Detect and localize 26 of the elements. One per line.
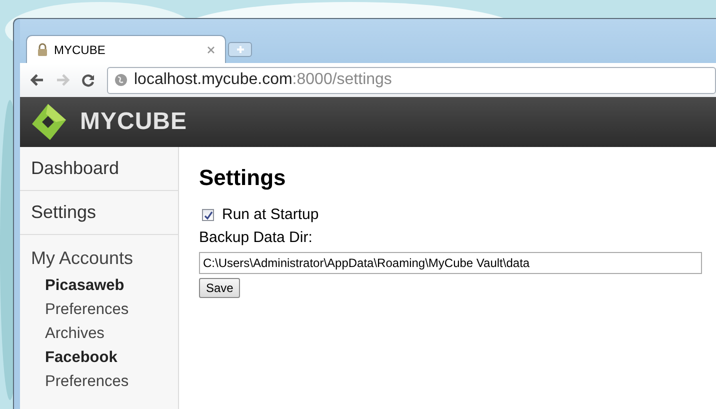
tab-title: MYCUBE bbox=[54, 42, 106, 58]
account-name[interactable]: Facebook bbox=[31, 346, 178, 370]
address-text: localhost.mycube.com:8000/settings bbox=[134, 70, 392, 90]
globe-icon bbox=[114, 73, 128, 87]
checkbox-label: Run at Startup bbox=[222, 205, 319, 225]
field-label: Backup Data Dir: bbox=[199, 228, 312, 248]
address-bar[interactable]: localhost.mycube.com:8000/settings bbox=[107, 66, 716, 94]
sidebar-link[interactable]: Archives bbox=[31, 322, 178, 346]
sidebar-link[interactable]: Preferences bbox=[31, 298, 178, 322]
sidebar-link[interactable]: Dashboard bbox=[31, 155, 120, 182]
browser-tab[interactable]: MYCUBE bbox=[26, 35, 226, 63]
account-name[interactable]: Picasaweb bbox=[31, 274, 178, 298]
sidebar-link[interactable]: Preferences bbox=[31, 370, 178, 394]
plus-icon bbox=[236, 45, 244, 54]
close-icon[interactable] bbox=[207, 46, 215, 54]
save-button[interactable]: Save bbox=[199, 278, 240, 298]
new-tab-button[interactable] bbox=[228, 42, 252, 57]
lock-icon bbox=[37, 43, 48, 56]
reload-icon[interactable] bbox=[82, 74, 95, 86]
checkbox[interactable] bbox=[202, 209, 214, 222]
input-field[interactable]: C:\Users\Administrator\AppData\Roaming\MyCube Vault\data bbox=[199, 252, 702, 274]
sidebar-link[interactable]: Settings bbox=[31, 199, 96, 226]
page-title: Settings bbox=[199, 164, 286, 192]
section-heading: My Accounts bbox=[31, 247, 134, 270]
logo-text: MYCUBE bbox=[80, 107, 188, 137]
back-arrow-icon[interactable] bbox=[30, 74, 44, 86]
